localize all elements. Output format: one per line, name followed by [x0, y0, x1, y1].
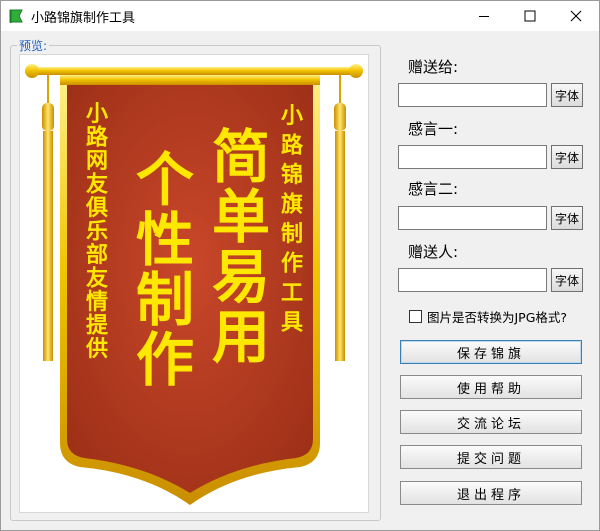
close-button[interactable] [553, 1, 599, 31]
tassel-right [334, 75, 346, 361]
thanks2-font-button[interactable]: 字体 [551, 206, 583, 230]
banner-top-band [60, 75, 320, 85]
banner-big-left-text: 个性制作 [136, 146, 194, 394]
thanks1-input[interactable] [398, 145, 547, 169]
giver-input[interactable] [398, 268, 547, 292]
banner-pole [32, 67, 356, 75]
title-bar: 小路锦旗制作工具 [1, 1, 599, 31]
save-button[interactable]: 保存锦旗 [400, 340, 582, 364]
tassel-left [42, 75, 54, 361]
jpg-checkbox-label[interactable]: 图片是否转换为JPG格式? [427, 307, 567, 326]
help-button[interactable]: 使用帮助 [400, 375, 582, 399]
minimize-button[interactable] [461, 1, 507, 31]
maximize-icon [524, 10, 536, 22]
submit-issue-button[interactable]: 提交问题 [400, 445, 582, 469]
thanks2-label: 感言二: [408, 180, 459, 198]
giver-font-button[interactable]: 字体 [551, 268, 583, 292]
banner-big-right-text: 简单易用 [212, 123, 270, 371]
recipient-input[interactable] [398, 83, 547, 107]
thanks1-font-button[interactable]: 字体 [551, 145, 583, 169]
minimize-icon [479, 16, 489, 17]
jpg-checkbox[interactable] [409, 310, 422, 323]
pole-knob-right [349, 64, 363, 78]
flag-icon [9, 9, 23, 23]
exit-button[interactable]: 退出程序 [400, 481, 582, 505]
window-title: 小路锦旗制作工具 [31, 11, 136, 26]
recipient-font-button[interactable]: 字体 [551, 83, 583, 107]
banner-left-text: 小路网友俱乐部友情提供 [85, 102, 109, 362]
banner-image: 小路网友俱乐部友情提供 个性制作 简单易用 小路锦旗制作工具 [25, 64, 363, 505]
preview-group-label: 预览: [17, 37, 50, 54]
close-icon [570, 10, 582, 22]
preview-panel: 小路网友俱乐部友情提供 个性制作 简单易用 小路锦旗制作工具 [19, 54, 369, 513]
forum-button[interactable]: 交流论坛 [400, 410, 582, 434]
giver-label: 赠送人: [408, 243, 459, 261]
maximize-button[interactable] [507, 1, 553, 31]
thanks2-input[interactable] [398, 206, 547, 230]
recipient-label: 赠送给: [408, 58, 459, 76]
app-window: 小路锦旗制作工具 预览: 小路网友俱乐部友情提供 个性制作 简单易用 小路锦旗制… [0, 0, 600, 531]
thanks1-label: 感言一: [408, 120, 459, 138]
pole-knob-left [25, 64, 39, 78]
